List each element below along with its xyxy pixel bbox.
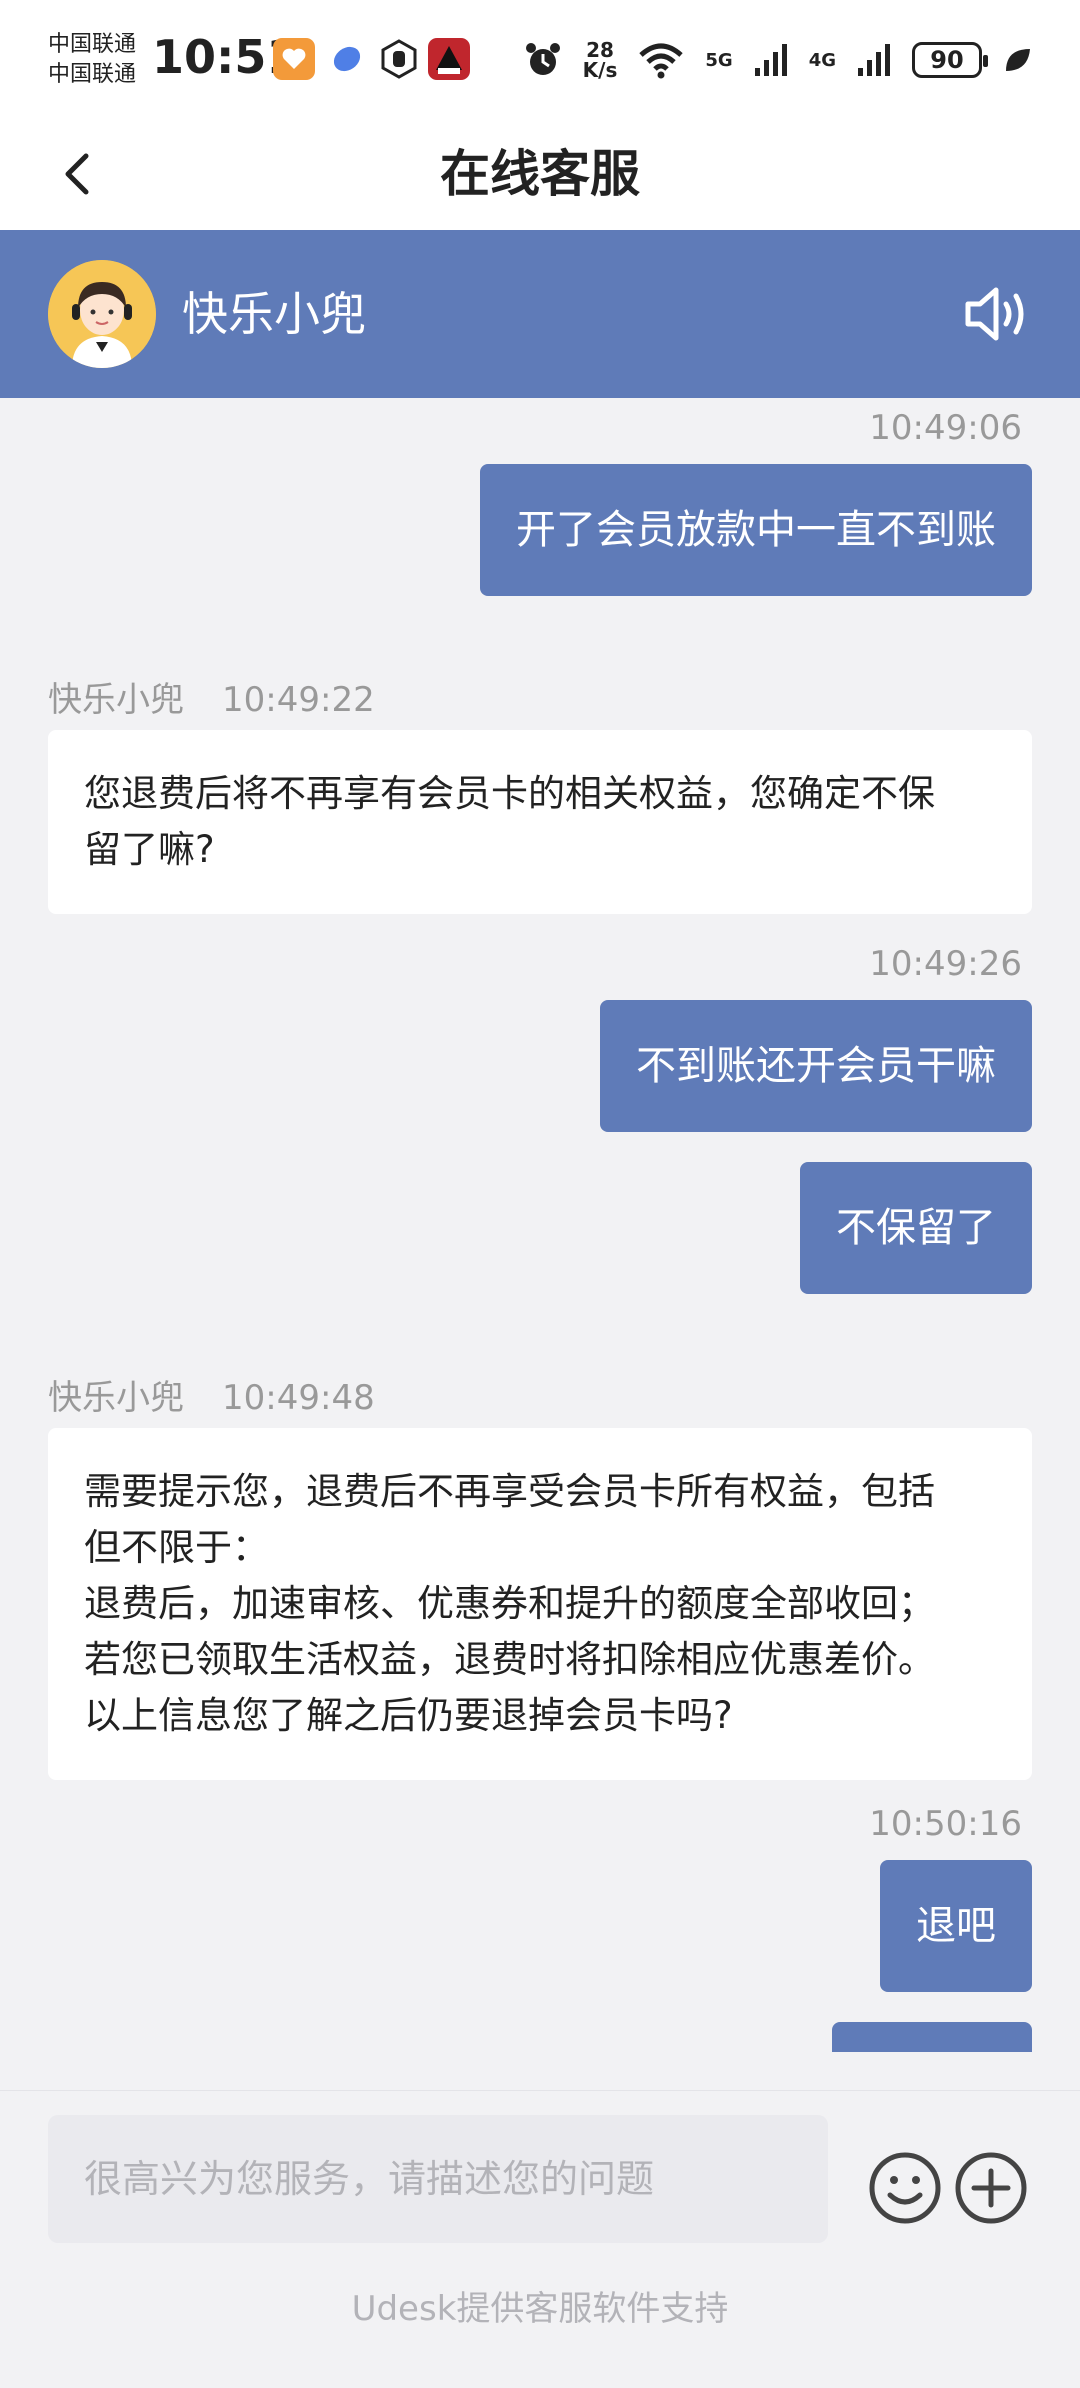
user-message-bubble-partial[interactable] [832, 2022, 1032, 2052]
message-line: 以上信息您了解之后仍要退掉会员卡吗? [84, 1694, 733, 1737]
input-bar: 很高兴为您服务，请描述您的问题 Udesk提供客服软件支持 [0, 2090, 1080, 2388]
agent-name: 快乐小兜 [182, 287, 366, 341]
leaf-icon [1006, 49, 1030, 71]
message-time: 10:49:06 [869, 408, 1022, 448]
battery-icon: 90 [912, 42, 988, 78]
wifi-icon [639, 43, 684, 79]
title-bar: 在线客服 [0, 118, 1080, 230]
message-time: 10:50:16 [869, 1804, 1022, 1844]
plus-icon [955, 2152, 1027, 2224]
signal-icon-2 [858, 44, 890, 76]
message-time: 10:49:22 [222, 680, 375, 720]
message-line: 需要提示您，退费后不再享受会员卡所有权益，包括 [84, 1470, 935, 1513]
agent-avatar [48, 260, 156, 368]
speaker-icon [965, 287, 1024, 341]
hand-notification-icon [378, 38, 420, 80]
message-line: 您退费后将不再享有会员卡的相关权益，您确定不保 [84, 772, 935, 815]
app-notification-icon [273, 38, 315, 80]
speed-unit: K/s [582, 58, 618, 82]
user-message-bubble[interactable]: 不保留了 [800, 1162, 1032, 1294]
status-icons: 28 K/s 5G 4G 90 [523, 34, 1032, 86]
message-line: 退费后，加速审核、优惠券和提升的额度全部收回； [84, 1582, 935, 1625]
user-message-bubble[interactable]: 退吧 [880, 1860, 1032, 1992]
message-line: 但不限于： [84, 1526, 269, 1569]
agent-message-meta: 快乐小兜 10:49:22 [48, 672, 375, 721]
message-time: 10:49:48 [222, 1378, 375, 1418]
signal-icon [754, 44, 787, 76]
user-message-bubble[interactable]: 不到账还开会员干嘛 [600, 1000, 1032, 1132]
battery-level: 90 [930, 46, 964, 74]
user-message-bubble[interactable]: 开了会员放款中一直不到账 [480, 464, 1032, 596]
agent-message-bubble[interactable]: 您退费后将不再享有会员卡的相关权益，您确定不保 留了嘛? [48, 730, 1032, 914]
carrier-label: 中国联通 中国联通 [48, 30, 136, 90]
message-line: 若您已领取生活权益，退费时将扣除相应优惠差价。 [84, 1638, 935, 1681]
net-4g-label: 4G [808, 49, 836, 71]
emoji-button[interactable] [868, 2151, 942, 2225]
more-button[interactable] [954, 2151, 1028, 2225]
agent-header: 快乐小兜 [0, 230, 1080, 398]
game-notification-icon [428, 38, 470, 80]
carrier-1: 中国联通 [48, 32, 137, 57]
sender-name: 快乐小兜 [48, 680, 184, 720]
alarm-icon [525, 43, 560, 75]
agent-message-bubble[interactable]: 需要提示您，退费后不再享受会员卡所有权益，包括 但不限于： 退费后，加速审核、优… [48, 1428, 1032, 1780]
sender-name: 快乐小兜 [48, 1378, 184, 1418]
speaker-button[interactable] [962, 282, 1032, 346]
agent-message-meta: 快乐小兜 10:49:48 [48, 1370, 375, 1419]
message-time: 10:49:26 [869, 944, 1022, 984]
network-speed: 28 K/s [583, 40, 618, 80]
browser-notification-icon [326, 38, 368, 80]
page-title: 在线客服 [440, 145, 640, 203]
status-bar: 中国联通 中国联通 10:51 28 K/s 5G 4G 90 [0, 0, 1080, 118]
net-5g-label: 5G [705, 49, 733, 71]
emoji-icon [869, 2152, 941, 2224]
chat-messages[interactable]: 10:49:06 开了会员放款中一直不到账 快乐小兜 10:49:22 您退费后将… [0, 398, 1080, 2090]
speed-value: 28 [586, 38, 614, 62]
message-input[interactable]: 很高兴为您服务，请描述您的问题 [48, 2115, 828, 2243]
carrier-2: 中国联通 [48, 62, 137, 87]
powered-by-footer: Udesk提供客服软件支持 [351, 2289, 729, 2329]
message-line: 留了嘛? [84, 828, 215, 871]
